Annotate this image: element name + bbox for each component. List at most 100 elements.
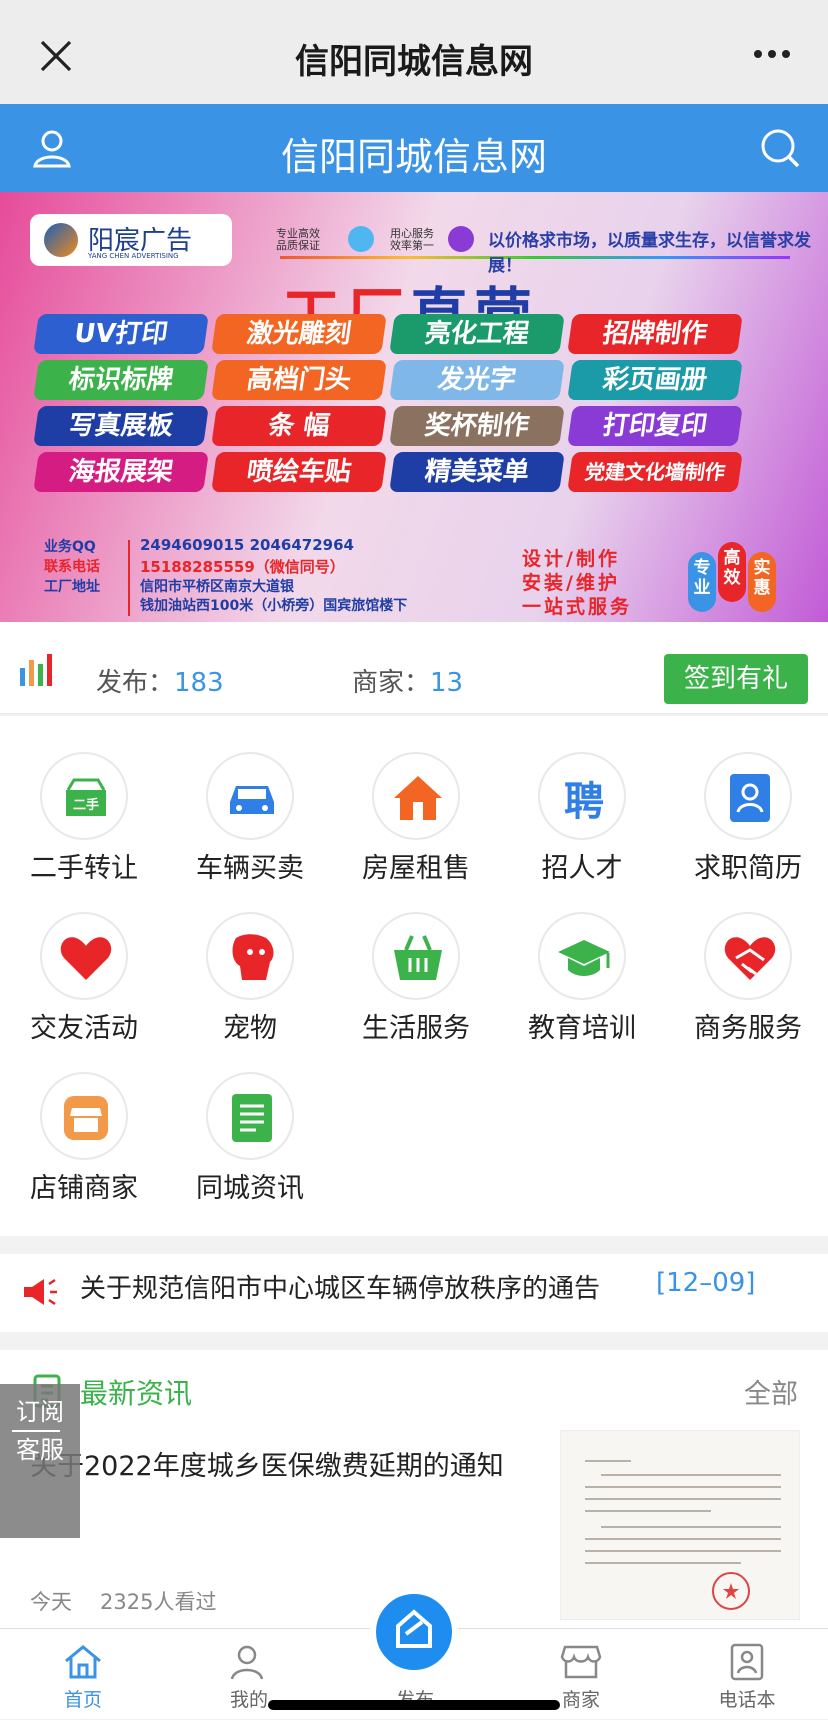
category-icon-circle bbox=[40, 1072, 128, 1160]
category-label: 房屋租售 bbox=[362, 853, 470, 884]
category-label: 车辆买卖 bbox=[196, 853, 304, 884]
design-line-1: 设计/制作 bbox=[522, 548, 620, 570]
service-pill: 高档门头 bbox=[211, 360, 387, 400]
graduation-cap-icon bbox=[558, 940, 610, 976]
news-heading: 最新资讯 bbox=[80, 1377, 193, 1410]
basket-icon bbox=[394, 935, 442, 980]
notice-bar[interactable]: 关于规范信阳市中心城区车辆停放秩序的通告 [12–09] bbox=[0, 1254, 828, 1332]
design-line-3: 一站式服务 bbox=[522, 596, 633, 618]
category-grid: 二手 二手转让 车辆买卖 房屋租售 聘招人才 求职简历 交友活动 宠物 生活服务 教育培训 商务服务… bbox=[0, 716, 828, 1236]
subscribe-button[interactable]: 订阅 bbox=[16, 1394, 80, 1430]
publish-icon bbox=[396, 1609, 432, 1648]
user-icon bbox=[230, 1645, 264, 1680]
banner-slogan: 以价格求市场，以质量求生存，以信誉求发展！ bbox=[488, 231, 811, 276]
banner-logo: 阳宸广告 YANG CHEN ADVERTISING bbox=[30, 214, 232, 266]
news-all-link[interactable]: 全部 bbox=[744, 1372, 798, 1411]
customer-service-button[interactable]: 客服 bbox=[16, 1432, 80, 1468]
service-pill: 打印复印 bbox=[567, 406, 743, 446]
contact-phone: 15188285559（微信同号） bbox=[140, 558, 345, 576]
service-pill: 亮化工程 bbox=[389, 314, 565, 354]
more-icon[interactable] bbox=[752, 44, 792, 64]
signin-gift-button[interactable]: 签到有礼 bbox=[664, 654, 808, 704]
service-pill: 奖杯制作 bbox=[389, 406, 565, 446]
contact-address-2: 钱加油站西100米（小桥旁）国宾旅馆楼下 bbox=[140, 598, 408, 614]
category-icon-circle bbox=[704, 752, 792, 840]
category-label: 交友活动 bbox=[30, 1013, 138, 1044]
badge-affordable: 实惠 bbox=[748, 552, 776, 612]
service-pill: 精美菜单 bbox=[389, 452, 565, 492]
dog-icon bbox=[232, 934, 274, 980]
site-header: 信阳同城信息网 bbox=[0, 104, 828, 192]
service-pill: 发光字 bbox=[389, 360, 565, 400]
category-label: 宠物 bbox=[223, 1013, 277, 1044]
contact-label-phone: 联系电话 bbox=[44, 559, 100, 575]
svg-text:二手: 二手 bbox=[73, 797, 99, 813]
service-pill: 写真展板 bbox=[33, 406, 209, 446]
diamond-icon bbox=[348, 226, 374, 252]
service-pill: 喷绘车贴 bbox=[211, 452, 387, 492]
contact-label-address: 工厂地址 bbox=[44, 579, 100, 595]
contact-qq: 2494609015 2046472964 bbox=[140, 536, 354, 554]
design-line-2: 安装/维护 bbox=[522, 572, 620, 594]
heart-badge-icon bbox=[448, 226, 474, 252]
service-pill: 条 幅 bbox=[211, 406, 387, 446]
notice-text[interactable]: 关于规范信阳市中心城区车辆停放秩序的通告 bbox=[80, 1268, 600, 1305]
category-icon-circle bbox=[538, 912, 626, 1000]
news-meta: 今天 2325人看过 bbox=[30, 1586, 244, 1616]
category-label: 生活服务 bbox=[362, 1013, 470, 1044]
document-preview-image bbox=[585, 1460, 781, 1610]
category-label: 商务服务 bbox=[694, 1013, 802, 1044]
stats-bar: 发布：183 商家：13 签到有礼 bbox=[0, 622, 828, 714]
notice-date: [12–09] bbox=[656, 1268, 756, 1298]
megaphone-icon bbox=[24, 1278, 57, 1306]
logo-en: YANG CHEN ADVERTISING bbox=[88, 252, 179, 260]
service-pill: UV打印 bbox=[33, 314, 209, 354]
service-pill: 激光雕刻 bbox=[211, 314, 387, 354]
search-icon[interactable] bbox=[758, 126, 802, 170]
handshake-icon bbox=[724, 937, 776, 980]
contact-address-1: 信阳市平桥区南京大道银 bbox=[140, 579, 294, 595]
service-pill: 党建文化墙制作 bbox=[567, 452, 743, 492]
home-indicator bbox=[268, 1700, 560, 1710]
category-label: 同城资讯 bbox=[196, 1173, 304, 1204]
tab-contacts[interactable]: 电话本 bbox=[664, 1629, 828, 1720]
news-item-title[interactable]: 关于2022年度城乡医保缴费延期的通知 bbox=[30, 1444, 504, 1483]
service-pill: 标识标牌 bbox=[33, 360, 209, 400]
news-thumbnail[interactable] bbox=[560, 1430, 800, 1620]
category-icon-circle: 二手 bbox=[40, 752, 128, 840]
category-label: 求职简历 bbox=[694, 853, 802, 884]
category-icon-circle: 聘 bbox=[538, 752, 626, 840]
svg-text:聘: 聘 bbox=[564, 779, 604, 825]
category-icon-circle bbox=[372, 752, 460, 840]
category-icon-circle bbox=[704, 912, 792, 1000]
floating-side-box: 订阅 客服 bbox=[0, 1384, 80, 1538]
category-label: 教育培训 bbox=[528, 1013, 636, 1044]
contact-label-qq: 业务QQ bbox=[44, 539, 96, 555]
ad-banner[interactable]: 阳宸广告 YANG CHEN ADVERTISING 专业高效 品质保证 用心服… bbox=[0, 192, 828, 622]
service-pill: 海报展架 bbox=[33, 452, 209, 492]
car-icon bbox=[230, 786, 274, 814]
recruit-icon: 聘 bbox=[564, 779, 604, 825]
news-time: 今天 bbox=[30, 1590, 72, 1614]
badge-professional: 专业 bbox=[688, 552, 716, 612]
badge-efficient: 高效 bbox=[718, 542, 746, 602]
bar-chart-icon bbox=[20, 654, 52, 686]
store-icon bbox=[560, 1645, 602, 1679]
home-icon bbox=[65, 1645, 101, 1679]
secondhand-icon: 二手 bbox=[66, 778, 106, 816]
wechat-nav-bar: 信阳同城信息网 bbox=[0, 0, 828, 104]
publish-fab-button[interactable] bbox=[370, 1588, 458, 1676]
banner-tag-1: 专业高效 品质保证 bbox=[276, 227, 320, 252]
category-label: 招人才 bbox=[541, 853, 623, 884]
site-title: 信阳同城信息网 bbox=[280, 135, 547, 179]
shop-icon bbox=[64, 1096, 108, 1140]
merchant-count: 商家：13 bbox=[352, 668, 464, 698]
publish-count: 发布：183 bbox=[96, 668, 224, 698]
logo-globe-icon bbox=[44, 223, 78, 257]
resume-icon bbox=[730, 774, 770, 822]
house-icon bbox=[394, 776, 442, 820]
tab-home[interactable]: 首页 bbox=[0, 1629, 166, 1720]
service-pill: 彩页画册 bbox=[567, 360, 743, 400]
banner-tag-2: 用心服务 效率第一 bbox=[390, 227, 434, 252]
category-icon-circle bbox=[206, 752, 294, 840]
